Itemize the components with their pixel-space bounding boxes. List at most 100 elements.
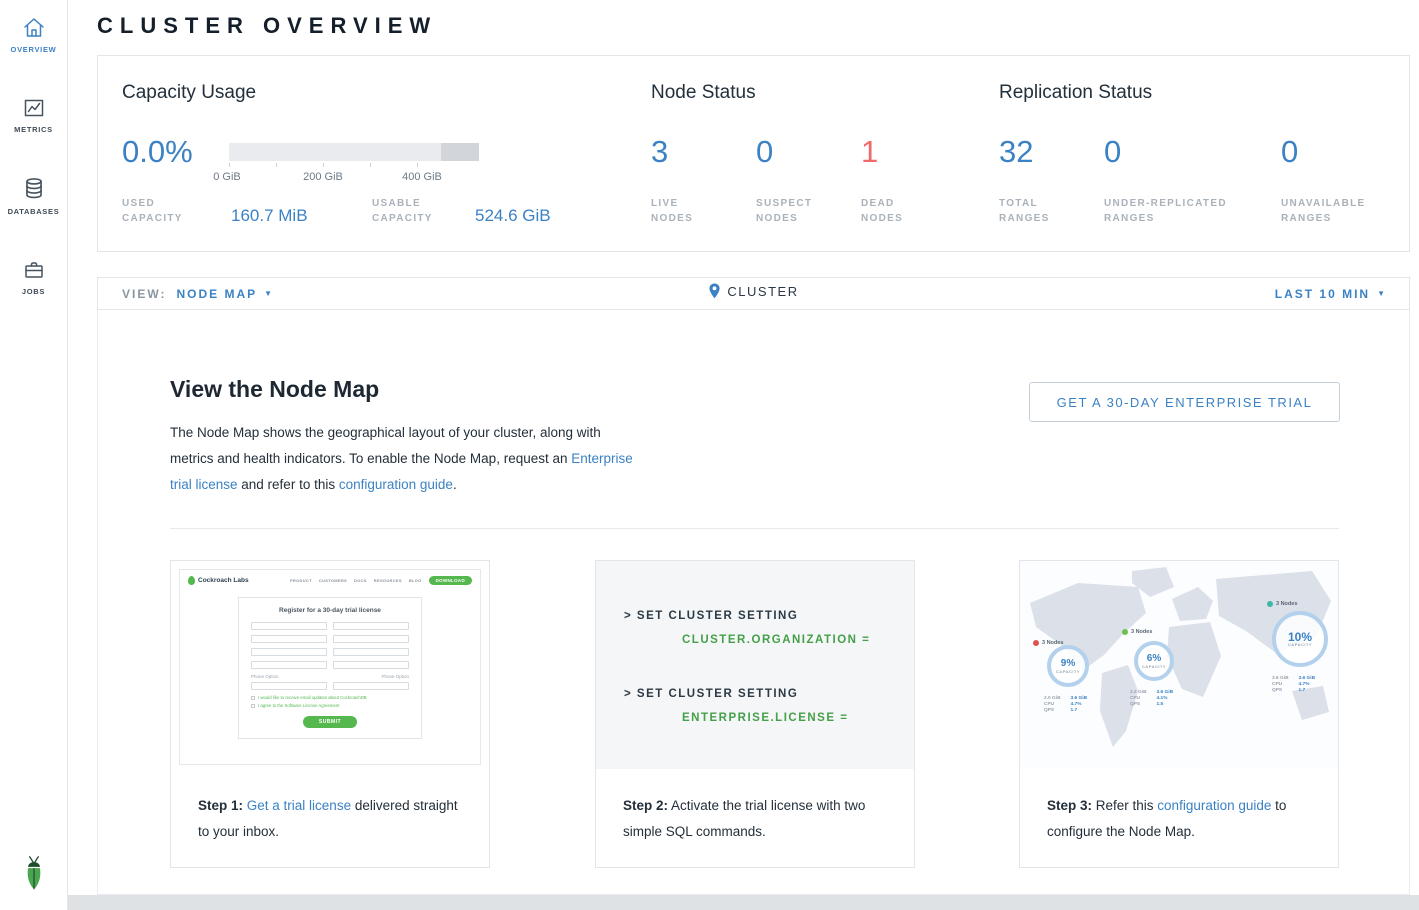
main-content: CLUSTER OVERVIEW Capacity Usage 0.0% 0 G… [68,0,1419,910]
usable-capacity-label: USABLECAPACITY [372,196,433,226]
node-dot-icon [1122,629,1128,635]
registration-screenshot: Cockroach Labs PRODUCT CUSTOMERS DOCS RE… [179,569,481,765]
mini-checkbox-label: I would like to receive email updates ab… [258,695,367,700]
breadcrumb: CLUSTER [98,283,1409,304]
get-trial-license-link[interactable]: Get a trial license [247,798,351,813]
capacity-percent: 0.0% [122,134,193,170]
under-replicated-ranges-value: 0 [1104,134,1121,170]
chevron-down-icon: ▼ [1377,289,1385,298]
step-3-text: Refer this [1092,798,1157,813]
marker-capacity-label: CAPACITY [1142,664,1166,669]
step-2-card: > SET CLUSTER SETTING CLUSTER.ORGANIZATI… [595,560,915,868]
total-ranges-label: TOTALRANGES [999,196,1050,226]
sql-code-block: > SET CLUSTER SETTING CLUSTER.ORGANIZATI… [596,561,914,769]
map-marker: 3 Nodes [1267,601,1297,607]
suspect-nodes-value: 0 [756,134,773,170]
time-range-selector[interactable]: LAST 10 MIN ▼ [1275,287,1409,301]
capacity-ring: 6% CAPACITY [1134,641,1174,681]
view-label: VIEW: [122,287,166,301]
mini-register-form: Register for a 30-day trial license Phon… [238,597,422,739]
dead-nodes-label: DEADNODES [861,196,903,226]
mini-form-title: Register for a 30-day trial license [251,607,409,614]
dead-nodes-value: 1 [861,134,878,170]
step-3-label: Step 3: [1047,798,1092,813]
chevron-down-icon: ▼ [264,289,272,298]
metrics-icon [21,96,47,120]
mini-phone-label: Phone Option [381,674,409,679]
configuration-guide-link[interactable]: configuration guide [339,477,453,492]
capacity-tick-200: 200 GiB [293,171,353,183]
mini-download-button: DOWNLOAD [429,576,472,585]
sidebar-item-label: OVERVIEW [0,45,67,54]
cockroach-logo [0,855,67,896]
map-marker: 3 Nodes [1033,640,1063,646]
time-range-value: LAST 10 MIN [1275,287,1370,301]
step-3-caption: Step 3: Refer this configuration guide t… [1047,793,1318,845]
sidebar-item-overview[interactable]: OVERVIEW [0,16,67,54]
mini-nav-item: BLOG [409,578,422,583]
home-icon [21,16,47,40]
replication-status-title: Replication Status [999,82,1152,104]
panel-heading: View the Node Map [170,376,379,403]
code-line: > SET CLUSTER SETTING [624,682,914,706]
capacity-tick-400: 400 GiB [392,171,452,183]
marker-nodes: 3 Nodes [1131,629,1152,635]
cluster-breadcrumb[interactable]: CLUSTER [708,283,798,299]
sidebar: OVERVIEW METRICS DATABASES JO [0,0,68,910]
code-line: > SET CLUSTER SETTING [624,604,914,628]
marker-capacity: 6% [1147,654,1161,664]
description-text: . [453,477,457,492]
used-capacity-label: USEDCAPACITY [122,196,183,226]
sidebar-item-label: JOBS [0,287,67,296]
capacity-bar: 0 GiB 200 GiB 400 GiB [229,143,479,161]
capacity-ring: 10% CAPACITY [1272,611,1328,667]
marker-nodes: 3 Nodes [1276,601,1297,607]
capacity-ring: 9% CAPACITY [1047,645,1089,687]
live-nodes-label: LIVENODES [651,196,693,226]
mini-nav-item: PRODUCT [290,578,312,583]
code-line: CLUSTER.ORGANIZATION = [624,628,914,652]
step-2-caption: Step 2: Activate the trial license with … [623,793,894,845]
node-map-panel: View the Node Map The Node Map shows the… [97,310,1410,895]
marker-stats: 3.6 GiB3.6 GiB CPU4.7% QPS1.7 [1272,676,1315,693]
map-marker: 3 Nodes [1122,629,1152,635]
node-status-title: Node Status [651,82,756,104]
unavailable-ranges-label: UNAVAILABLERANGES [1281,196,1365,226]
step-1-card: Cockroach Labs PRODUCT CUSTOMERS DOCS RE… [170,560,490,868]
sidebar-item-label: METRICS [0,125,67,134]
total-ranges-value: 32 [999,134,1033,170]
page-title: CLUSTER OVERVIEW [97,13,437,39]
sidebar-item-databases[interactable]: DATABASES [0,176,67,216]
capacity-bar-track [229,143,479,161]
sidebar-item-metrics[interactable]: METRICS [0,96,67,134]
panel-description: The Node Map shows the geographical layo… [170,420,642,498]
admin-ui: OVERVIEW METRICS DATABASES JO [0,0,1419,910]
marker-capacity-label: CAPACITY [1056,669,1080,674]
capacity-usage-title: Capacity Usage [122,82,256,104]
code-line: ENTERPRISE.LICENSE = [624,706,914,730]
mini-submit-button: SUBMIT [303,716,357,728]
node-map-preview: 3 Nodes 9% CAPACITY 2.0 GiB3.6 GiB CPU4.… [1020,561,1338,769]
mini-nav-item: CUSTOMERS [319,578,347,583]
divider [170,528,1339,529]
node-dot-icon [1033,640,1039,646]
mini-checkbox-label: I agree to the Software License Agreemen… [258,703,339,708]
view-value: NODE MAP [176,287,257,301]
node-dot-icon [1267,601,1273,607]
mini-cockroach-logo [188,576,195,585]
sidebar-item-label: DATABASES [0,207,67,216]
capacity-tick-0: 0 GiB [197,171,257,183]
mini-brand: Cockroach Labs [198,577,249,584]
view-bar: VIEW: NODE MAP ▼ CLUSTER LAST 10 MIN ▼ [97,277,1410,310]
sidebar-item-jobs[interactable]: JOBS [0,258,67,296]
step-1-caption: Step 1: Get a trial license delivered st… [198,793,469,845]
view-selector[interactable]: VIEW: NODE MAP ▼ [98,287,272,301]
suspect-nodes-label: SUSPECTNODES [756,196,812,226]
unavailable-ranges-value: 0 [1281,134,1298,170]
enterprise-trial-button[interactable]: GET A 30-DAY ENTERPRISE TRIAL [1029,382,1340,422]
used-capacity-value: 160.7 MiB [231,206,308,226]
live-nodes-value: 3 [651,134,668,170]
usable-capacity-value: 524.6 GiB [475,206,551,226]
configuration-guide-link[interactable]: configuration guide [1157,798,1271,813]
marker-capacity: 10% [1288,632,1312,642]
